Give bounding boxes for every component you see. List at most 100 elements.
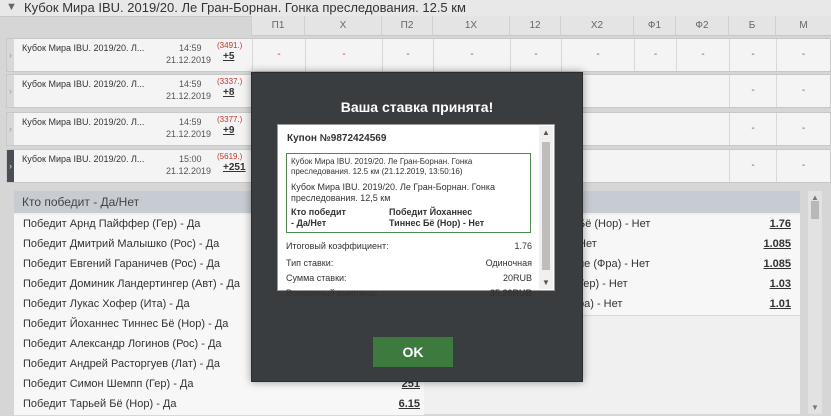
odds-cell-m[interactable]: - xyxy=(776,75,830,107)
total-coef-row: Итоговый коэффициент: 1.76 xyxy=(286,241,532,255)
odds-cell-m[interactable]: - xyxy=(776,150,830,182)
odds-cell-x[interactable]: - xyxy=(305,39,382,71)
outcome-row[interactable]: Победит Тарьей Бё (Нор) - Да 6.15 xyxy=(14,395,424,416)
more-markets-link[interactable]: +9 xyxy=(223,125,234,136)
outcome-row[interactable]: йе (Фра) - Нет 1.085 xyxy=(564,255,800,276)
odds-cell-b[interactable]: - xyxy=(729,39,776,71)
event-name[interactable]: Кубок Мира IBU. 2019/20. Л... xyxy=(22,43,144,53)
outcome-row[interactable]: Бё (Нор) - Нет 1.76 xyxy=(564,215,800,236)
outcome-row[interactable]: Гер) - Нет 1.03 xyxy=(564,275,800,296)
scroll-thumb[interactable] xyxy=(811,201,819,219)
outcome-label: Победит Андрей Расторгуев (Лат) - Да xyxy=(23,358,220,370)
column-header-p2: П2 xyxy=(381,16,432,36)
outcome-label: Победит Арнд Пайффер (Гер) - Да xyxy=(23,218,201,230)
odds-cell-b[interactable]: - xyxy=(729,75,776,107)
more-markets-link[interactable]: +5 xyxy=(223,51,234,62)
market-name: Кто победит - Да/Нет xyxy=(291,207,346,228)
total-coef-label: Итоговый коэффициент: xyxy=(286,241,389,251)
total-coef-value: 1.76 xyxy=(514,241,532,251)
event-date: 21.12.2019 xyxy=(166,91,212,101)
scroll-up-icon[interactable]: ▲ xyxy=(542,128,550,137)
event-name[interactable]: Кубок Мира IBU. 2019/20. Л... xyxy=(22,79,144,89)
outcome-label: ра) - Нет xyxy=(578,298,623,310)
event-time: 15:00 xyxy=(179,154,202,164)
event-time: 14:59 xyxy=(179,117,202,127)
stake-value: 20RUB xyxy=(502,273,532,283)
bet-details: Кубок Мира IBU. 2019/20. Ле Гран-Борнан.… xyxy=(286,153,531,233)
odds-cell-f2[interactable]: - xyxy=(676,39,729,71)
expand-handle[interactable]: › xyxy=(7,75,14,107)
scroll-thumb[interactable] xyxy=(542,142,550,270)
stake-row: Сумма ставки: 20RUB xyxy=(286,273,532,287)
bet-accepted-dialog: Ваша ставка принята! Купон №9872424569 К… xyxy=(251,72,583,382)
scroll-down-icon[interactable]: ▼ xyxy=(542,278,550,287)
odds-cell-x2[interactable]: - xyxy=(561,39,634,71)
event-date: 21.12.2019 xyxy=(166,55,212,65)
win-value: 35.20RUB xyxy=(489,288,532,298)
odds-cell-b[interactable]: - xyxy=(729,113,776,145)
outcome-row[interactable]: ра) - Нет 1.01 xyxy=(564,295,800,316)
odds-cell-1x[interactable]: - xyxy=(433,39,510,71)
market-count: (5619.) xyxy=(217,152,243,161)
column-header-p1: П1 xyxy=(251,16,304,36)
column-header-f2: Ф2 xyxy=(675,16,728,36)
event-time: 14:59 xyxy=(179,43,202,53)
win-row: Возможный выигрыш: 35.20RUB xyxy=(286,288,532,302)
scroll-down-icon[interactable]: ▼ xyxy=(811,403,819,412)
page-scrollbar[interactable]: ▲ ▼ xyxy=(808,191,822,414)
outcome-label: Победит Йоханнес Тиннес Бё (Нор) - Да xyxy=(23,318,229,330)
event-title: Кубок Мира IBU. 2019/20. Ле Гран-Борнан.… xyxy=(24,0,466,15)
column-header-1x: 1Х xyxy=(432,16,509,36)
bet-type-value: Одиночная xyxy=(485,258,532,268)
column-header-x: Х xyxy=(304,16,381,36)
outcome-label: Победит Александр Логинов (Рос) - Да xyxy=(23,338,222,350)
event-name[interactable]: Кубок Мира IBU. 2019/20. Л... xyxy=(22,117,144,127)
odds-cell-f1[interactable]: - xyxy=(634,39,676,71)
outcome-row[interactable]: Нет 1.085 xyxy=(564,235,800,256)
more-markets-link[interactable]: +8 xyxy=(223,87,234,98)
odds-cell-p1[interactable]: - xyxy=(252,39,305,71)
event-date: 21.12.2019 xyxy=(166,129,212,139)
odds-cell-p2[interactable]: - xyxy=(382,39,433,71)
event-header-text: Кубок Мира IBU. 2019/20. Ле Гран-Борнан.… xyxy=(291,157,473,176)
expand-handle[interactable]: › xyxy=(7,39,14,71)
outcome-label: Победит Доминик Ландертингер (Авт) - Да xyxy=(23,278,241,290)
market-count: (3377.) xyxy=(217,115,243,124)
outcome-label: Победит Дмитрий Малышко (Рос) - Да xyxy=(23,238,220,250)
odds-cell-12[interactable]: - xyxy=(510,39,561,71)
collapse-icon[interactable]: ▼ xyxy=(6,1,17,13)
outcome-label: йе (Фра) - Нет xyxy=(578,258,650,270)
odds-cell-m[interactable]: - xyxy=(776,39,830,71)
coupon-scrollbar[interactable]: ▲ ▼ xyxy=(539,126,553,289)
ok-button[interactable]: OK xyxy=(373,337,453,367)
market-count: (3337.) xyxy=(217,77,243,86)
outcome-odds[interactable]: 1.01 xyxy=(770,298,791,310)
expand-handle[interactable]: › xyxy=(7,150,14,182)
event-name[interactable]: Кубок Мира IBU. 2019/20. Л... xyxy=(22,154,144,164)
outcome-label: Гер) - Нет xyxy=(578,278,628,290)
expand-handle[interactable]: › xyxy=(7,113,14,145)
event-name-text: Кубок Мира IBU. 2019/20. Ле Гран-Борнан.… xyxy=(291,182,496,203)
pick-name: Победит Йоханнес Тиннес Бё (Нор) - Нет xyxy=(389,207,485,228)
bet-type-row: Тип ставки: Одиночная xyxy=(286,258,532,272)
dialog-title: Ваша ставка принята! xyxy=(340,99,494,115)
win-label: Возможный выигрыш: xyxy=(286,288,378,298)
outcome-odds[interactable]: 1.085 xyxy=(763,238,791,250)
event-header[interactable]: ▼ Кубок Мира IBU. 2019/20. Ле Гран-Борна… xyxy=(0,0,831,17)
coupon-box: Купон №9872424569 Кубок Мира IBU. 2019/2… xyxy=(277,124,555,298)
outcome-label: Победит Лукас Хофер (Ита) - Да xyxy=(23,298,190,310)
column-header-x2: Х2 xyxy=(560,16,633,36)
market-count: (3491.) xyxy=(217,41,243,50)
outcome-odds[interactable]: 1.085 xyxy=(763,258,791,270)
more-markets-link[interactable]: +251 xyxy=(223,162,246,173)
coupon-number: Купон №9872424569 xyxy=(287,133,387,144)
outcome-odds[interactable]: 1.03 xyxy=(770,278,791,290)
column-header-b: Б xyxy=(728,16,775,36)
outcome-odds[interactable]: 1.76 xyxy=(770,218,791,230)
outcome-odds[interactable]: 6.15 xyxy=(399,398,420,410)
event-row[interactable]: › Кубок Мира IBU. 2019/20. Л... 14:59 21… xyxy=(6,38,831,72)
outcome-label: Бё (Нор) - Нет xyxy=(578,218,651,230)
odds-cell-m[interactable]: - xyxy=(776,113,830,145)
column-header-12: 12 xyxy=(509,16,560,36)
odds-cell-b[interactable]: - xyxy=(729,150,776,182)
